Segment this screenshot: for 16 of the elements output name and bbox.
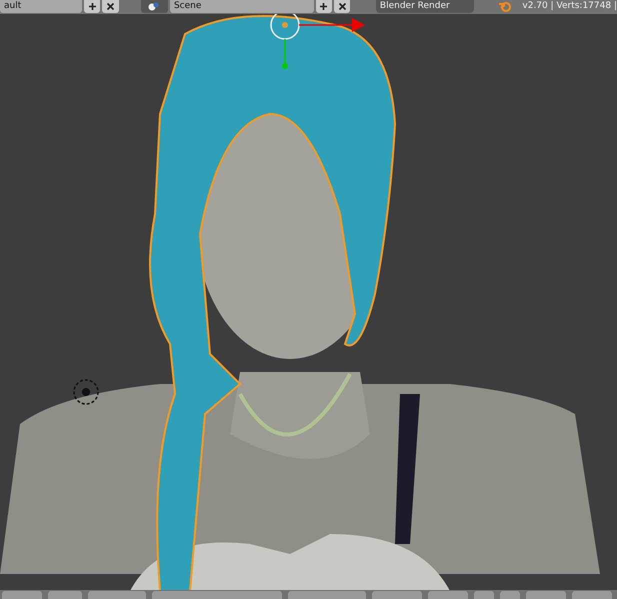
render-engine-dropdown[interactable]: Blender Render	[376, 0, 474, 13]
plus-icon	[88, 2, 97, 11]
scene-stats: v2.70 | Verts:17748 |	[522, 0, 617, 13]
blender-logo-icon	[498, 1, 512, 12]
spheres-icon	[148, 2, 160, 11]
scene-selector-button[interactable]	[140, 0, 168, 13]
scene-field[interactable]: Scene	[170, 0, 314, 13]
close-icon	[338, 2, 347, 11]
close-button[interactable]	[334, 0, 350, 13]
plus-icon	[319, 2, 328, 11]
lamp-icon	[73, 379, 99, 405]
add-button[interactable]	[316, 0, 332, 13]
close-icon	[106, 2, 116, 11]
close-button[interactable]	[102, 0, 119, 13]
add-button[interactable]	[84, 0, 100, 13]
layout-field[interactable]: ault	[0, 0, 82, 13]
